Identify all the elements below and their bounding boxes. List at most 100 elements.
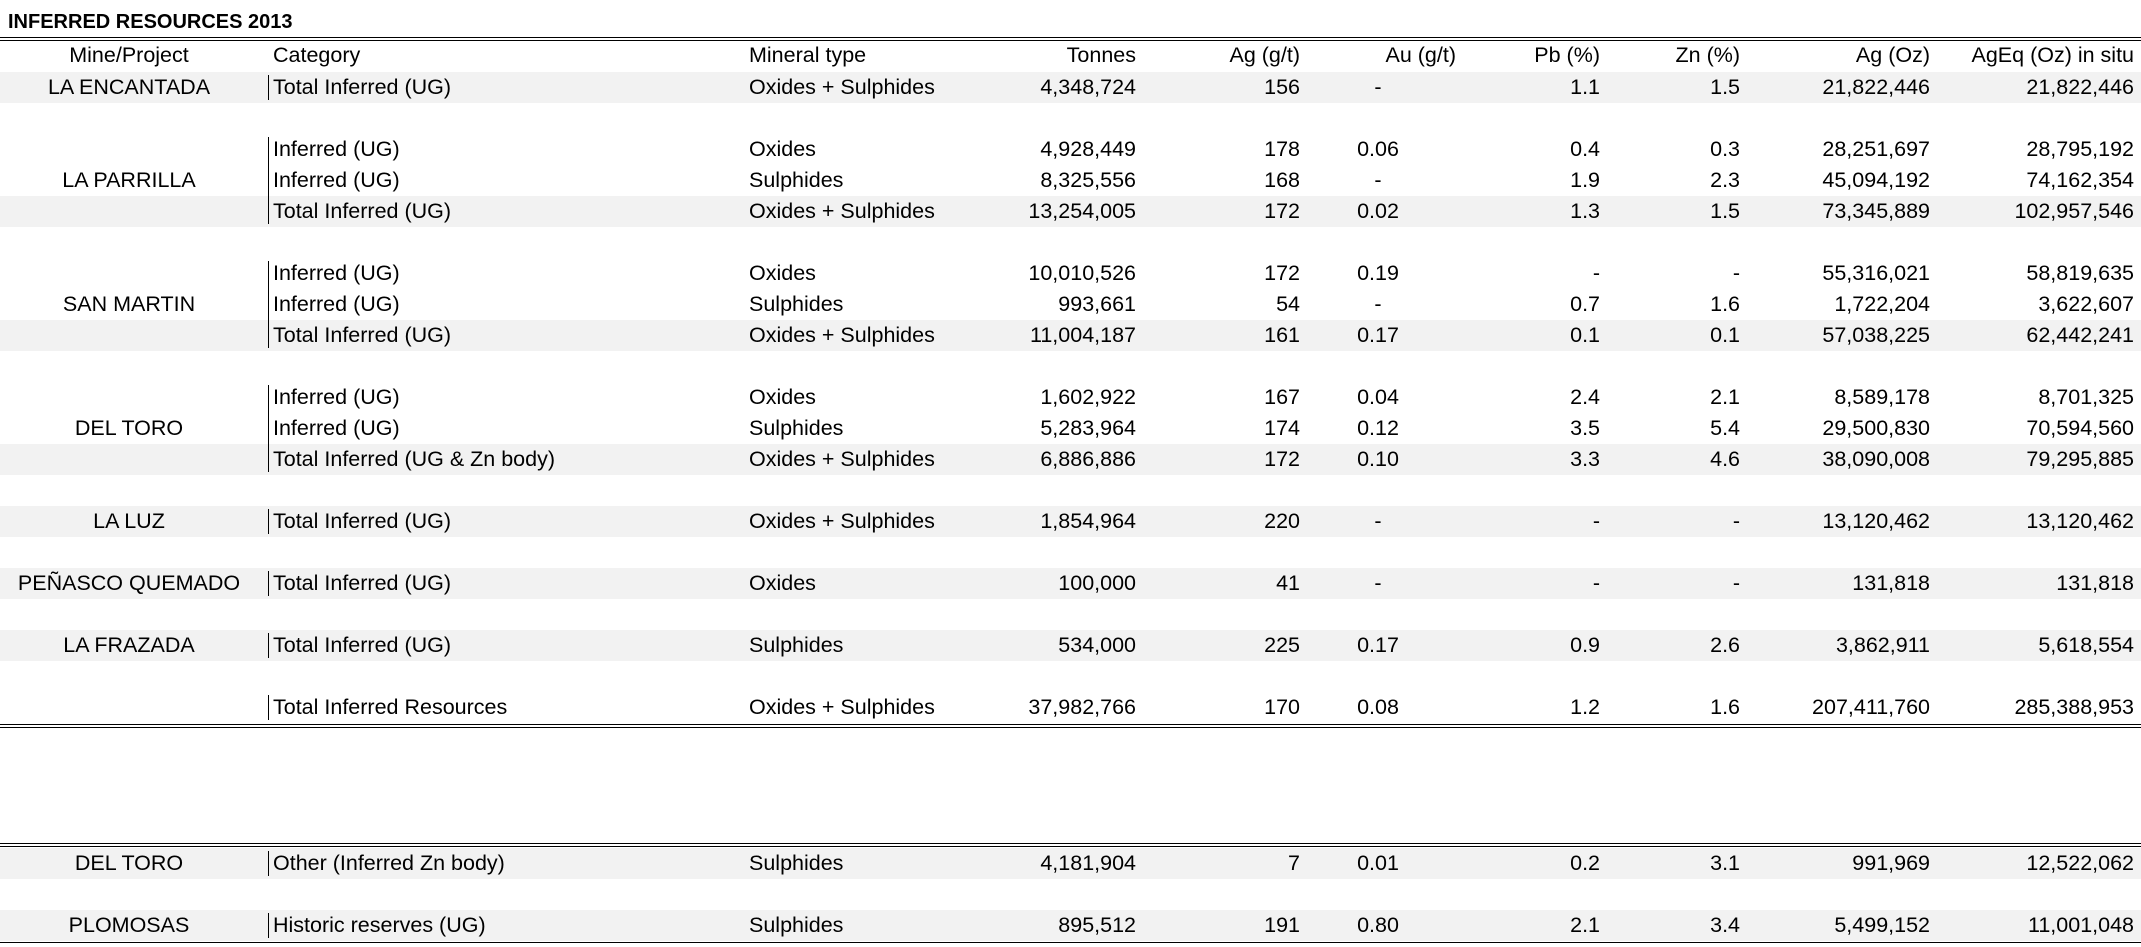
cell-zn-percent: 1.5 — [1710, 199, 1740, 223]
cell-zn-percent: 0.3 — [1710, 137, 1740, 161]
cell-pb-percent: 1.1 — [1570, 75, 1600, 99]
cell-ageq-ounces: 8,701,325 — [2038, 385, 2134, 409]
cell-tonnes: 11,004,187 — [1029, 323, 1136, 347]
cell-tonnes: 37,982,766 — [1028, 695, 1136, 719]
cell-ag-grade: 172 — [1264, 199, 1300, 223]
top-rule — [0, 37, 2141, 38]
mine-name: LA FRAZADA — [63, 633, 195, 657]
cell-au-grade: 0.04 — [1357, 385, 1399, 409]
inferred-resources-table: INFERRED RESOURCES 2013 Mine/Project Cate… — [0, 0, 2141, 947]
cell-ag-grade: 156 — [1264, 75, 1300, 99]
cell-zn-percent: 2.3 — [1710, 168, 1740, 192]
cell-ag-grade: 168 — [1264, 168, 1300, 192]
cell-ageq-ounces: 3,622,607 — [2038, 292, 2134, 316]
group-divider — [268, 509, 269, 534]
cell-pb-percent: 2.4 — [1570, 385, 1600, 409]
group-divider — [268, 385, 269, 472]
cell-ag-ounces: 57,038,225 — [1822, 323, 1930, 347]
cell-tonnes: 4,348,724 — [1040, 75, 1136, 99]
cell-tonnes: 10,010,526 — [1028, 261, 1136, 285]
cell-au-grade: 0.12 — [1357, 416, 1399, 440]
cell-ageq-ounces: 102,957,546 — [2014, 199, 2134, 223]
cell-ageq-ounces: 79,295,885 — [2026, 447, 2134, 471]
cell-tonnes: 4,181,904 — [1040, 851, 1136, 875]
cell-ag-grade: 54 — [1276, 292, 1300, 316]
cell-zn-percent: - — [1732, 261, 1740, 285]
cell-ag-ounces: 8,589,178 — [1834, 385, 1930, 409]
cell-ageq-ounces: 74,162,354 — [2026, 168, 2134, 192]
cell-tonnes: 1,854,964 — [1040, 509, 1136, 533]
cell-au-grade: 0.06 — [1357, 137, 1399, 161]
other-bottom-rule — [0, 942, 2141, 943]
cell-au-grade: 0.01 — [1357, 851, 1399, 875]
cell-pb-percent: 0.9 — [1570, 633, 1600, 657]
mine-name — [0, 692, 258, 723]
cell-tonnes: 6,886,886 — [1040, 447, 1136, 471]
cell-au-grade: 0.80 — [1357, 913, 1399, 937]
cell-category: Other (Inferred Zn body) — [273, 851, 505, 875]
cell-ag-grade: 167 — [1264, 385, 1300, 409]
cell-tonnes: 993,661 — [1058, 292, 1136, 316]
cell-ag-ounces: 1,722,204 — [1834, 292, 1930, 316]
cell-zn-percent: 2.6 — [1710, 633, 1740, 657]
cell-au-grade: - — [1374, 509, 1382, 533]
cell-ageq-ounces: 13,120,462 — [2026, 509, 2134, 533]
cell-tonnes: 5,283,964 — [1040, 416, 1136, 440]
cell-ageq-ounces: 11,001,048 — [2027, 913, 2134, 937]
cell-category: Total Inferred (UG) — [273, 571, 452, 595]
cell-au-grade: 0.17 — [1357, 633, 1399, 657]
cell-ag-ounces: 38,090,008 — [1822, 447, 1930, 471]
cell-pb-percent: 1.2 — [1570, 695, 1600, 719]
cell-au-grade: 0.10 — [1357, 447, 1399, 471]
cell-au-grade: - — [1374, 571, 1382, 595]
cell-au-grade: 0.02 — [1357, 199, 1399, 223]
cell-tonnes: 534,000 — [1058, 633, 1136, 657]
cell-ag-grade: 41 — [1276, 571, 1300, 595]
other-top-rule — [0, 843, 2141, 844]
column-header-ag-ounces: Ag (Oz) — [1855, 43, 1930, 67]
bottom-rule — [0, 724, 2141, 725]
cell-category: Total Inferred (UG) — [273, 75, 452, 99]
mine-name: DEL TORO — [74, 851, 184, 875]
cell-ag-ounces: 207,411,760 — [1812, 695, 1930, 719]
cell-pb-percent: 0.2 — [1570, 851, 1600, 875]
cell-ag-grade: 170 — [1264, 695, 1300, 719]
cell-tonnes: 8,325,556 — [1040, 168, 1136, 192]
cell-ag-ounces: 3,862,911 — [1835, 633, 1930, 657]
other-top-rule-inner — [0, 846, 2141, 847]
cell-au-grade: - — [1374, 168, 1382, 192]
group-divider — [268, 571, 269, 596]
mine-name: LA PARRILLA — [62, 168, 196, 192]
cell-category: Total Inferred (UG & Zn body) — [273, 447, 555, 471]
cell-tonnes: 1,602,922 — [1040, 385, 1136, 409]
cell-ageq-ounces: 12,522,062 — [2026, 851, 2134, 875]
cell-zn-percent: 2.1 — [1710, 385, 1740, 409]
cell-tonnes: 4,928,449 — [1040, 137, 1136, 161]
cell-ageq-ounces: 28,795,192 — [2026, 137, 2134, 161]
column-header-tonnes: Tonnes — [1066, 43, 1136, 67]
cell-pb-percent: 3.5 — [1570, 416, 1600, 440]
group-divider — [268, 633, 269, 658]
column-header-category: Category — [273, 43, 361, 67]
cell-ag-ounces: 991,969 — [1852, 851, 1930, 875]
cell-category: Inferred (UG) — [273, 292, 400, 316]
cell-ag-grade: 161 — [1264, 323, 1300, 347]
cell-ag-grade: 220 — [1264, 509, 1300, 533]
cell-ag-ounces: 131,818 — [1852, 571, 1930, 595]
column-header-ageq-ounces: AgEq (Oz) in situ — [1971, 43, 2135, 67]
cell-ag-grade: 191 — [1264, 913, 1300, 937]
column-header-mine-project: Mine/Project — [69, 43, 189, 67]
cell-pb-percent: 1.3 — [1570, 199, 1600, 223]
cell-ageq-ounces: 131,818 — [2056, 571, 2134, 595]
cell-category: Historic reserves (UG) — [273, 913, 486, 937]
cell-pb-percent: 0.7 — [1570, 292, 1600, 316]
cell-ag-ounces: 21,822,446 — [1822, 75, 1930, 99]
table-title: INFERRED RESOURCES 2013 — [8, 11, 293, 33]
cell-zn-percent: - — [1732, 509, 1740, 533]
cell-category: Total Inferred Resources — [273, 695, 508, 719]
cell-ag-ounces: 73,345,889 — [1822, 199, 1930, 223]
cell-ag-ounces: 5,499,152 — [1834, 913, 1930, 937]
cell-category: Inferred (UG) — [273, 416, 400, 440]
cell-zn-percent: 3.4 — [1710, 913, 1740, 937]
cell-zn-percent: 0.1 — [1710, 323, 1740, 347]
